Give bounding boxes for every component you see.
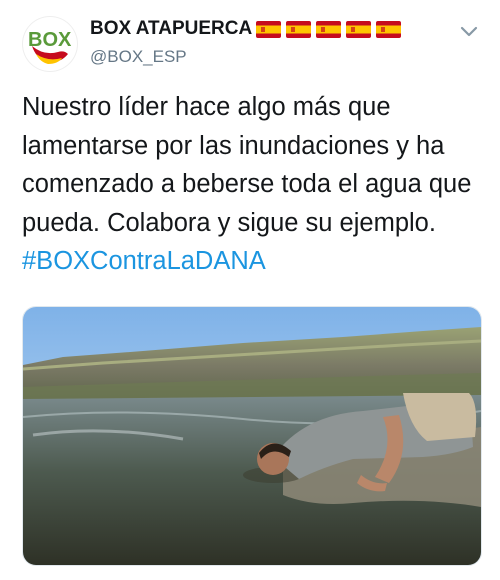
- author-name[interactable]: BOX ATAPUERCA: [90, 18, 252, 40]
- hashtag-link[interactable]: #BOXContraLaDANA: [22, 247, 266, 275]
- spain-flag-icon: [346, 20, 372, 38]
- spain-flag-icon: [256, 20, 282, 38]
- avatar[interactable]: BOX: [22, 16, 78, 72]
- author-handle[interactable]: @BOX_ESP: [90, 47, 187, 67]
- tweet-card[interactable]: BOX BOX ATAPUERCA @BOX_ESP Nuestro líder…: [0, 0, 500, 580]
- flag-emoji-group: [256, 20, 402, 38]
- author-name-row[interactable]: BOX ATAPUERCA: [90, 18, 402, 40]
- avatar-logo-text: BOX: [28, 29, 72, 51]
- tweet-body-text: Nuestro líder hace algo más que lamentar…: [22, 93, 472, 237]
- tweet-text: Nuestro líder hace algo más que lamentar…: [22, 88, 482, 281]
- tweet-photo[interactable]: [22, 306, 482, 566]
- spain-flag-icon: [376, 20, 402, 38]
- box-logo-icon: BOX: [28, 29, 72, 64]
- spain-flag-icon: [286, 20, 312, 38]
- spain-flag-icon: [316, 20, 342, 38]
- chevron-down-icon[interactable]: [458, 20, 480, 42]
- river-photo-image: [23, 307, 481, 565]
